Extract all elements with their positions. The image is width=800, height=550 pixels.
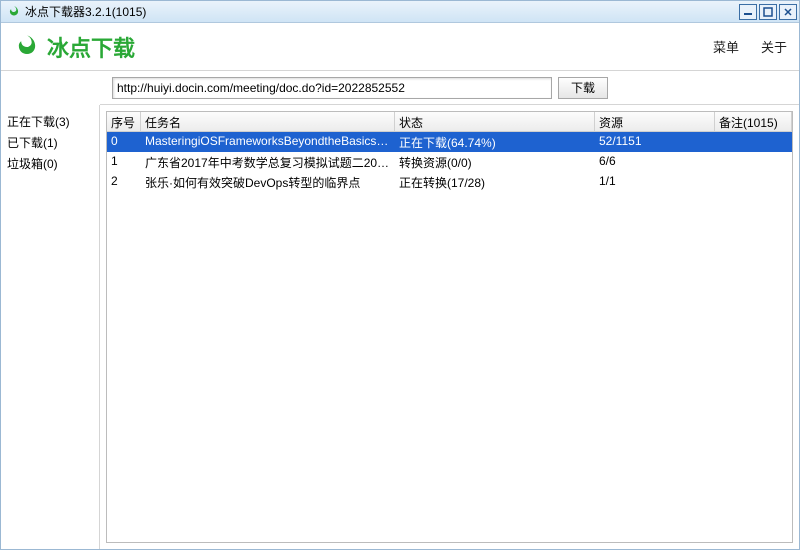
col-resource[interactable]: 资源 bbox=[595, 112, 715, 131]
menu-button[interactable]: 菜单 bbox=[709, 33, 743, 60]
app-icon bbox=[7, 5, 21, 19]
download-button[interactable]: 下载 bbox=[558, 77, 608, 99]
cell-resource: 6/6 bbox=[595, 152, 715, 172]
cell-note bbox=[715, 172, 792, 192]
url-row: 下载 bbox=[100, 71, 799, 105]
table-row[interactable]: 1广东省2017年中考数学总复习模拟试题二201707…转换资源(0/0)6/6 bbox=[107, 152, 792, 172]
table-header: 序号 任务名 状态 资源 备注(1015) bbox=[107, 112, 792, 132]
table-row[interactable]: 0MasteringiOSFrameworksBeyondtheBasics,2… bbox=[107, 132, 792, 152]
cell-note bbox=[715, 152, 792, 172]
sidebar-item-trash[interactable]: 垃圾箱(0) bbox=[7, 153, 93, 174]
cell-name: MasteringiOSFrameworksBeyondtheBasics,2n… bbox=[141, 132, 395, 152]
brand-logo: 冰点下载 bbox=[13, 31, 695, 63]
cell-status: 正在转换(17/28) bbox=[395, 172, 595, 192]
cell-status: 转换资源(0/0) bbox=[395, 152, 595, 172]
cell-seq: 0 bbox=[107, 132, 141, 152]
about-button[interactable]: 关于 bbox=[757, 33, 791, 60]
app-window: 冰点下载器3.2.1(1015) 冰点下载 菜单 关于 下载 正在下载(3) 已… bbox=[0, 0, 800, 550]
sidebar-item-downloaded[interactable]: 已下载(1) bbox=[7, 132, 93, 153]
col-note[interactable]: 备注(1015) bbox=[715, 112, 792, 131]
window-title: 冰点下载器3.2.1(1015) bbox=[25, 3, 737, 20]
table-row[interactable]: 2张乐·如何有效突破DevOps转型的临界点正在转换(17/28)1/1 bbox=[107, 172, 792, 192]
minimize-button[interactable] bbox=[739, 4, 757, 20]
cell-resource: 52/1151 bbox=[595, 132, 715, 152]
col-seq[interactable]: 序号 bbox=[107, 112, 141, 131]
cell-status: 正在下载(64.74%) bbox=[395, 132, 595, 152]
col-status[interactable]: 状态 bbox=[395, 112, 595, 131]
sidebar: 正在下载(3) 已下载(1) 垃圾箱(0) bbox=[1, 105, 100, 549]
col-name[interactable]: 任务名 bbox=[141, 112, 395, 131]
task-table: 序号 任务名 状态 资源 备注(1015) 0MasteringiOSFrame… bbox=[106, 111, 793, 543]
main-panel: 序号 任务名 状态 资源 备注(1015) 0MasteringiOSFrame… bbox=[100, 105, 799, 549]
brand-name: 冰点下载 bbox=[47, 31, 135, 63]
cell-name: 张乐·如何有效突破DevOps转型的临界点 bbox=[141, 172, 395, 192]
cell-seq: 2 bbox=[107, 172, 141, 192]
sidebar-item-downloading[interactable]: 正在下载(3) bbox=[7, 111, 93, 132]
cell-resource: 1/1 bbox=[595, 172, 715, 192]
cell-note bbox=[715, 132, 792, 152]
cell-name: 广东省2017年中考数学总复习模拟试题二201707… bbox=[141, 152, 395, 172]
maximize-button[interactable] bbox=[759, 4, 777, 20]
content-body: 正在下载(3) 已下载(1) 垃圾箱(0) 序号 任务名 状态 资源 备注(10… bbox=[1, 105, 799, 549]
close-button[interactable] bbox=[779, 4, 797, 20]
header: 冰点下载 菜单 关于 bbox=[1, 23, 799, 71]
titlebar: 冰点下载器3.2.1(1015) bbox=[1, 1, 799, 23]
cell-seq: 1 bbox=[107, 152, 141, 172]
table-body: 0MasteringiOSFrameworksBeyondtheBasics,2… bbox=[107, 132, 792, 542]
leaf-icon bbox=[13, 33, 41, 61]
url-input[interactable] bbox=[112, 77, 552, 99]
